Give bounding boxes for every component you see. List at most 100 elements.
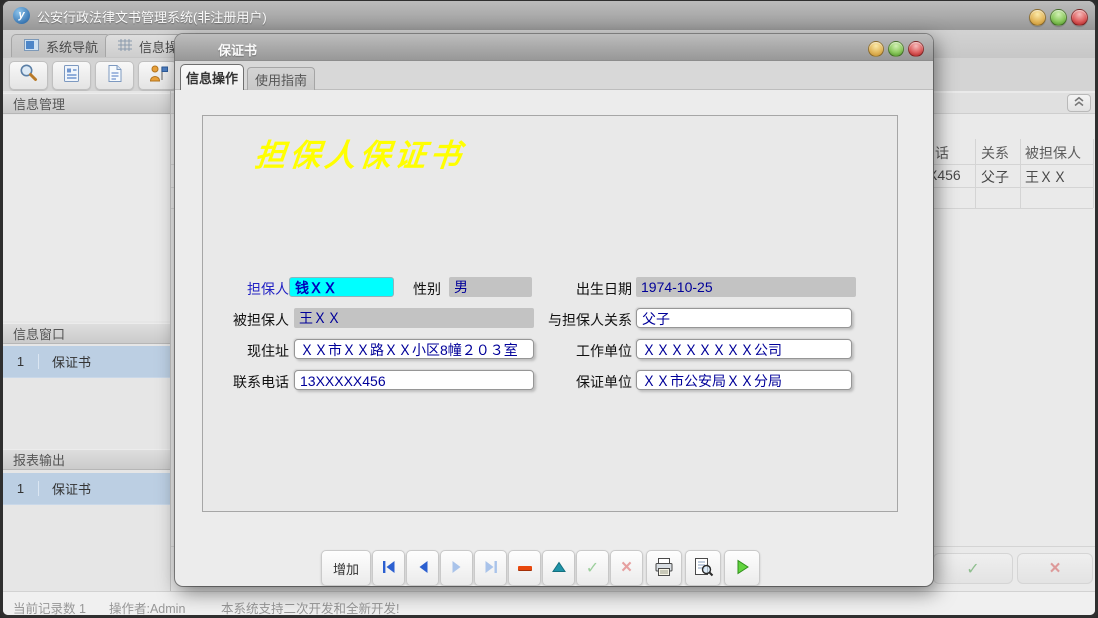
play-icon xyxy=(734,559,750,578)
sidebar-section-info-window[interactable]: 信息窗口 xyxy=(3,323,170,344)
preview-icon xyxy=(693,557,714,580)
background-confirm-button[interactable]: ✓ xyxy=(933,553,1013,584)
address-label: 现住址 xyxy=(209,341,289,361)
dialog-tabstrip: 信息操作 使用指南 xyxy=(175,61,933,90)
chevrons-up-icon xyxy=(1073,94,1085,112)
add-button[interactable]: 增加 xyxy=(321,550,371,586)
report-output-row-guarantee[interactable]: 1 保证书 xyxy=(3,473,170,505)
dialog-tab-user-guide[interactable]: 使用指南 xyxy=(247,67,315,90)
table-cell-guaranteed: 王ＸＸ xyxy=(1025,167,1067,187)
guarantee-unit-label: 保证单位 xyxy=(542,372,632,392)
relationship-label: 与担保人关系 xyxy=(532,310,632,330)
table-cell-relation: 父子 xyxy=(981,167,1009,187)
x-icon: × xyxy=(1049,558,1060,580)
search-button[interactable] xyxy=(9,61,48,90)
dialog-title: 保证书 xyxy=(218,40,257,59)
guarantee-form-panel: 担保人保证书 担保人 钱ＸＸ 性别 男 出生日期 1974-10-25 被担保人… xyxy=(202,115,898,512)
guarantor-label: 担保人 xyxy=(223,279,289,299)
collapse-button[interactable] xyxy=(1067,94,1091,112)
app-window: y 公安行政法律文书管理系统(非注册用户) 系统导航 信息操作 xyxy=(0,0,1098,618)
phone-label: 联系电话 xyxy=(209,372,289,392)
edit-record-button[interactable] xyxy=(542,550,575,586)
info-window-row-guarantee[interactable]: 1 保证书 xyxy=(3,346,170,378)
screen: y 公安行政法律文书管理系统(非注册用户) 系统导航 信息操作 xyxy=(0,0,1098,618)
check-icon: ✓ xyxy=(586,558,599,578)
dialog-content: 担保人保证书 担保人 钱ＸＸ 性别 男 出生日期 1974-10-25 被担保人… xyxy=(175,90,933,586)
dialog-tab-info-operation[interactable]: 信息操作 xyxy=(180,64,244,90)
guarantee-unit-input[interactable]: ＸＸ市公安局ＸＸ分局 xyxy=(636,370,852,390)
maximize-button[interactable] xyxy=(1050,9,1067,26)
status-record-count: 当前记录数 1 xyxy=(13,598,86,615)
form-title: 担保人保证书 xyxy=(253,130,468,175)
sidebar-section-info-management[interactable]: 信息管理 xyxy=(3,93,170,114)
next-record-button[interactable] xyxy=(440,550,473,586)
tab-system-navigation[interactable]: 系统导航 xyxy=(11,34,111,57)
birth-date-label: 出生日期 xyxy=(542,279,632,299)
table-header-relation: 关系 xyxy=(981,143,1009,163)
check-icon: ✓ xyxy=(966,559,979,579)
work-unit-label: 工作单位 xyxy=(542,341,632,361)
row-label: 保证书 xyxy=(39,479,91,498)
run-button[interactable] xyxy=(724,550,760,586)
report-icon xyxy=(62,64,81,88)
phone-input[interactable]: 13XXXXX456 xyxy=(294,370,534,390)
birth-date-input[interactable]: 1974-10-25 xyxy=(636,277,856,297)
app-logo-icon: y xyxy=(13,7,30,24)
row-index: 1 xyxy=(3,354,39,369)
dialog-maximize-button[interactable] xyxy=(888,41,904,57)
print-button[interactable] xyxy=(646,550,682,586)
gender-label: 性别 xyxy=(381,279,441,299)
table-header-guaranteed: 被担保人 xyxy=(1025,143,1081,163)
table-header-phone: 话 xyxy=(935,143,949,163)
grid-icon xyxy=(118,39,132,54)
document-icon xyxy=(105,64,124,88)
close-button[interactable] xyxy=(1071,9,1088,26)
user-button[interactable] xyxy=(138,61,177,90)
cancel-record-button[interactable]: × xyxy=(610,550,643,586)
previous-record-button[interactable] xyxy=(406,550,439,586)
app-chrome: y 公安行政法律文书管理系统(非注册用户) 系统导航 信息操作 xyxy=(3,1,1095,615)
sidebar: 信息管理 信息窗口 1 保证书 报表输出 1 保证书 xyxy=(3,91,171,591)
sidebar-section-report-output[interactable]: 报表输出 xyxy=(3,449,170,470)
next-record-icon xyxy=(450,560,464,577)
delete-record-button[interactable] xyxy=(508,550,541,586)
background-cancel-button[interactable]: × xyxy=(1017,553,1093,584)
app-title: 公安行政法律文书管理系统(非注册用户) xyxy=(37,7,267,26)
guarantee-dialog: 保证书 信息操作 使用指南 担保人保证书 担保人 钱ＸＸ 性别 男 出生日期 1… xyxy=(175,34,933,586)
preview-button[interactable] xyxy=(685,550,721,586)
address-input[interactable]: ＸＸ市ＸＸ路ＸＸ小区8幢２０３室 xyxy=(294,339,534,359)
status-bar: 当前记录数 1 操作者:Admin 本系统支持二次开发和全新开发! xyxy=(3,591,1095,615)
last-record-icon xyxy=(483,560,499,577)
post-record-button[interactable]: ✓ xyxy=(576,550,609,586)
status-message: 本系统支持二次开发和全新开发! xyxy=(221,598,399,615)
last-record-button[interactable] xyxy=(474,550,507,586)
printer-icon xyxy=(653,557,675,580)
minus-icon xyxy=(518,566,532,570)
app-titlebar: y 公安行政法律文书管理系统(非注册用户) xyxy=(3,1,1095,31)
dialog-close-button[interactable] xyxy=(908,41,924,57)
previous-record-icon xyxy=(416,560,430,577)
gender-input[interactable]: 男 xyxy=(449,277,532,297)
guaranteed-person-label: 被担保人 xyxy=(209,310,289,330)
work-unit-input[interactable]: ＸＸＸＸＸＸＸＸ公司 xyxy=(636,339,852,359)
minimize-button[interactable] xyxy=(1029,9,1046,26)
document-button[interactable] xyxy=(95,61,134,90)
tab-label: 系统导航 xyxy=(46,37,98,56)
guaranteed-person-input[interactable]: 王ＸＸ xyxy=(294,308,534,328)
triangle-up-icon xyxy=(552,561,566,576)
first-record-button[interactable] xyxy=(372,550,405,586)
first-record-icon xyxy=(381,560,397,577)
status-operator: 操作者:Admin xyxy=(109,598,185,615)
row-label: 保证书 xyxy=(39,352,91,371)
row-index: 1 xyxy=(3,481,39,496)
report-button[interactable] xyxy=(52,61,91,90)
window-icon xyxy=(24,39,39,54)
guarantor-input[interactable]: 钱ＸＸ xyxy=(289,277,394,297)
x-icon: × xyxy=(621,557,632,579)
dialog-minimize-button[interactable] xyxy=(868,41,884,57)
info-management-panel xyxy=(3,115,170,321)
dialog-toolbar: 增加 ✓ xyxy=(321,550,760,586)
dialog-titlebar: 保证书 xyxy=(175,34,933,61)
user-flag-icon xyxy=(148,64,168,88)
relationship-input[interactable]: 父子 xyxy=(636,308,852,328)
